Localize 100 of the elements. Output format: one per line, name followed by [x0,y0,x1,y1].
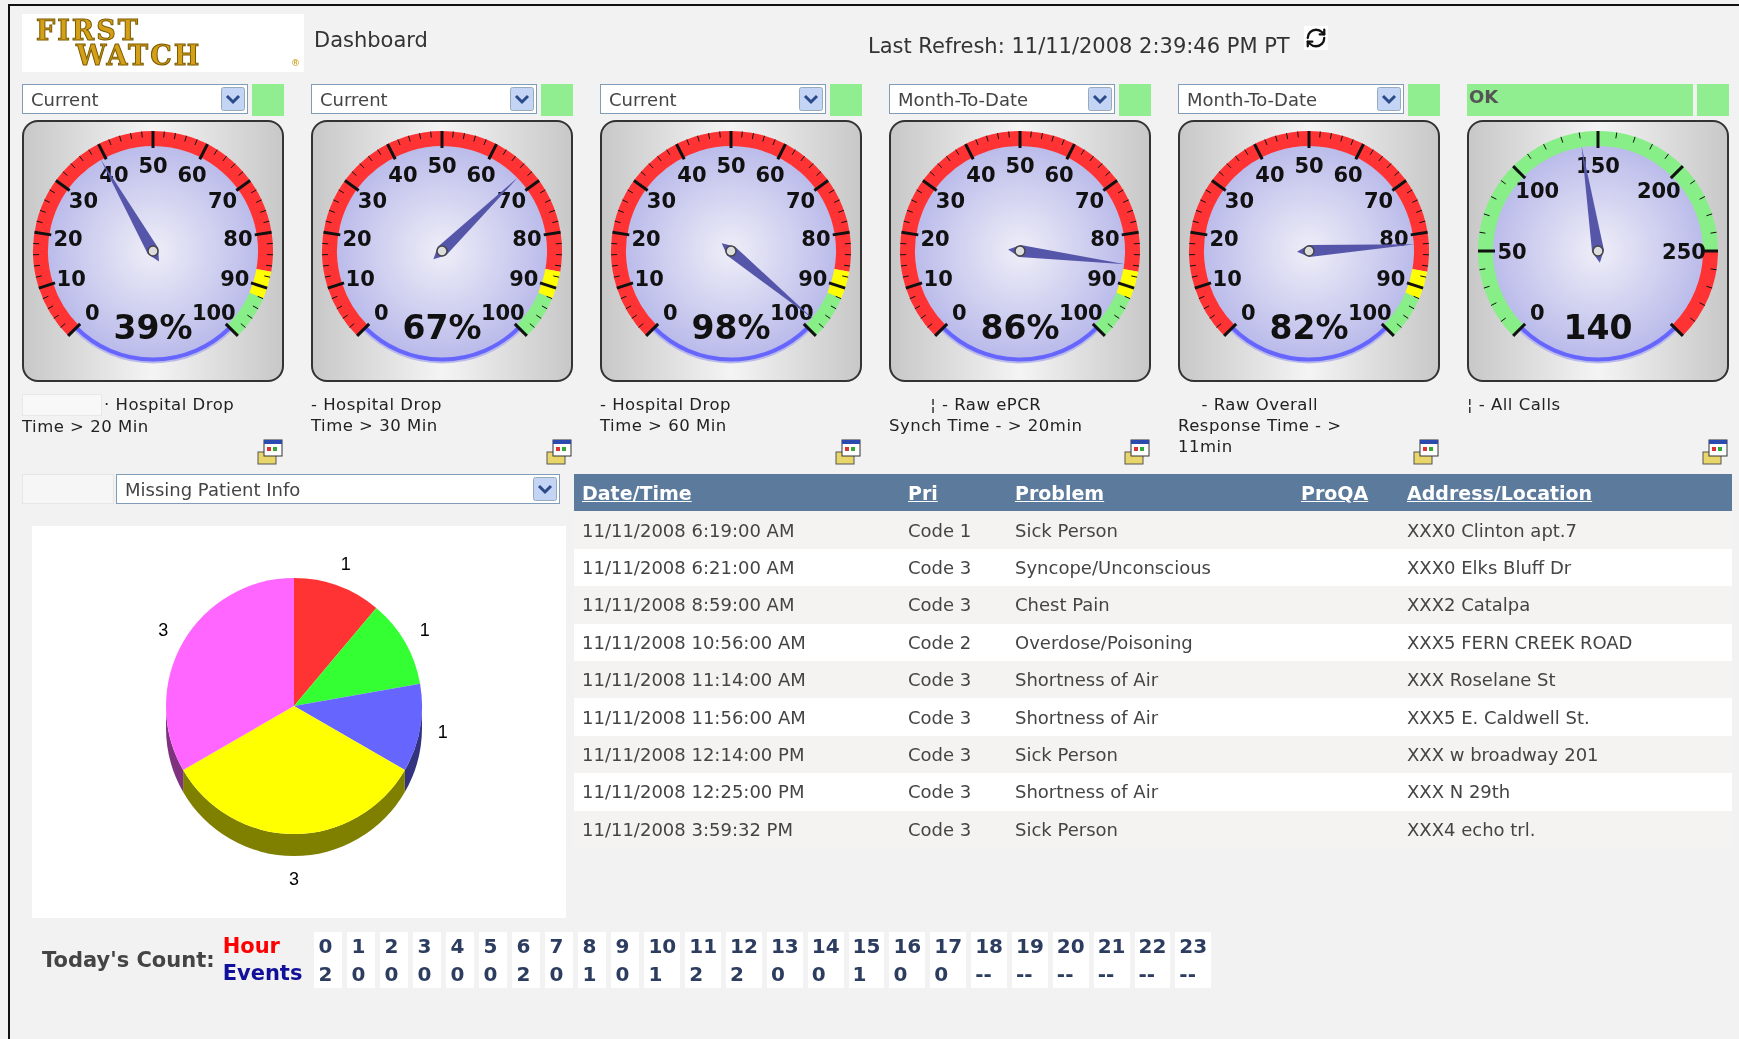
gauge-caption: Time > 30 Min [311,415,439,436]
hour-number: 22 [1138,933,1167,960]
table-cell-text: Shortness of Air [1014,669,1160,691]
report-icon[interactable] [256,438,284,466]
period-dropdown[interactable]: Month-To-Date [1178,84,1404,114]
event-count: 2 [516,961,532,988]
tick-label: 20 [631,226,661,251]
table-cell-text: XXX0 Clinton apt.7 [1406,519,1579,541]
gauge-caption: Synch Time - > 20min [889,415,1083,436]
event-count: 0 [934,961,950,988]
report-icon[interactable] [1123,438,1151,466]
event-count: 0 [450,961,466,988]
hour-number: 10 [648,933,677,960]
tick-label: 100 [769,300,814,325]
gauge-caption: ¦ - Raw ePCR [930,394,1042,415]
report-dropdown[interactable]: Missing Patient Info [116,474,560,504]
table-cell-text: 11/11/2008 8:59:00 AM [581,594,796,616]
last-refresh-text: Last Refresh: 11/11/2008 2:39:46 PM PT [867,34,1290,58]
event-count: -- [1138,961,1157,988]
data-label: 1 [419,620,430,641]
hour-number: 4 [450,933,466,960]
hour-number: 5 [483,933,499,960]
event-count: -- [1179,961,1197,988]
refresh-icon[interactable] [1303,26,1328,50]
hour-number: 23 [1179,933,1208,960]
column-header[interactable]: ProQA [1293,481,1377,504]
event-count: 0 [483,961,499,988]
tick-label: 70 [785,189,816,214]
event-count: -- [1097,961,1116,988]
event-count: 0 [811,961,827,988]
table-cell-text: 11/11/2008 6:21:00 AM [581,556,796,578]
tick-label: 40 [677,163,707,188]
table-cell-text: XXX N 29th [1406,781,1512,803]
tick-label: 40 [1255,163,1285,188]
gauge-caption: · Hospital Drop [104,394,235,416]
tick-label: 70 [207,189,238,214]
table-cell-text: Overdose/Poisoning [1014,631,1194,653]
tick-label: 80 [512,226,542,251]
hour-number: 7 [549,933,565,960]
gauge-caption: Time > 60 Min [600,415,728,436]
period-dropdown[interactable]: Current [22,84,248,114]
tick-label: 0 [1240,300,1256,325]
report-icon[interactable] [545,438,573,466]
table-cell-text: 11/11/2008 6:19:00 AM [581,519,796,541]
event-count: 0 [615,961,631,988]
tick-label: 0 [951,300,967,325]
table-cell-text: 11/11/2008 12:14:00 PM [581,743,806,765]
tick-label: 10 [923,266,953,291]
events-label: Events [222,960,303,987]
tick-label: 30 [935,189,966,214]
table-cell-text: XXX Roselane St [1406,669,1557,691]
status-indicator [1119,84,1151,116]
event-count: 2 [730,961,745,988]
table-cell-text: Chest Pain [1014,594,1111,616]
table-cell-text: 11/11/2008 12:25:00 PM [581,781,806,803]
table-cell-text: Code 3 [907,594,973,616]
caret-icon [1088,87,1112,111]
event-count: 0 [351,961,367,988]
table-cell-text: Code 3 [907,556,973,578]
table-cell-text: 11/11/2008 3:59:32 PM [581,818,794,840]
period-dropdown[interactable]: Current [600,84,826,114]
hour-number: 16 [893,933,922,960]
gauge-caption: - Raw Overall [1201,394,1319,415]
count-label: Today's Count: [42,948,215,972]
report-icon[interactable] [834,438,862,466]
table-cell-text: Code 3 [907,818,973,840]
column-header[interactable]: Problem [1007,481,1113,504]
report-icon[interactable] [1701,438,1729,466]
gauge-caption: 11min [1178,436,1234,457]
hour-number: 12 [730,933,758,960]
table-cell-text: 11/11/2008 11:14:00 AM [581,669,807,691]
table-cell-text: Code 1 [907,519,973,541]
hour-number: 19 [1016,933,1044,960]
tick-label: 10 [1212,266,1242,291]
tick-label: 40 [966,163,996,188]
period-dropdown[interactable]: Month-To-Date [889,84,1115,114]
status-indicator [830,84,862,116]
table-cell-text: Shortness of Air [1014,706,1160,728]
column-header[interactable]: Address/Location [1399,481,1601,504]
hour-number: 6 [516,933,532,960]
status-indicator [252,84,284,116]
tick-label: 50 [427,154,457,178]
table-cell-text: Shortness of Air [1014,781,1160,803]
hour-number: 21 [1097,933,1126,960]
column-header[interactable]: Date/Time [574,481,700,504]
tick-label: 250 [1662,240,1706,264]
event-count: 2 [318,961,334,988]
tick-label: 60 [1044,163,1074,188]
event-count: 1 [582,961,598,988]
period-dropdown[interactable]: Current [311,84,537,114]
tick-label: 30 [646,189,677,214]
tick-label: 70 [496,189,527,214]
report-icon[interactable] [1412,438,1440,466]
tick-label: 60 [1333,163,1363,188]
column-header[interactable]: Pri [900,481,946,504]
event-count: -- [1056,961,1075,988]
table-cell-text: Code 3 [907,743,973,765]
tick-label: 70 [1074,189,1105,214]
caret-icon [1377,87,1401,111]
table-cell-text: Code 2 [907,631,973,653]
